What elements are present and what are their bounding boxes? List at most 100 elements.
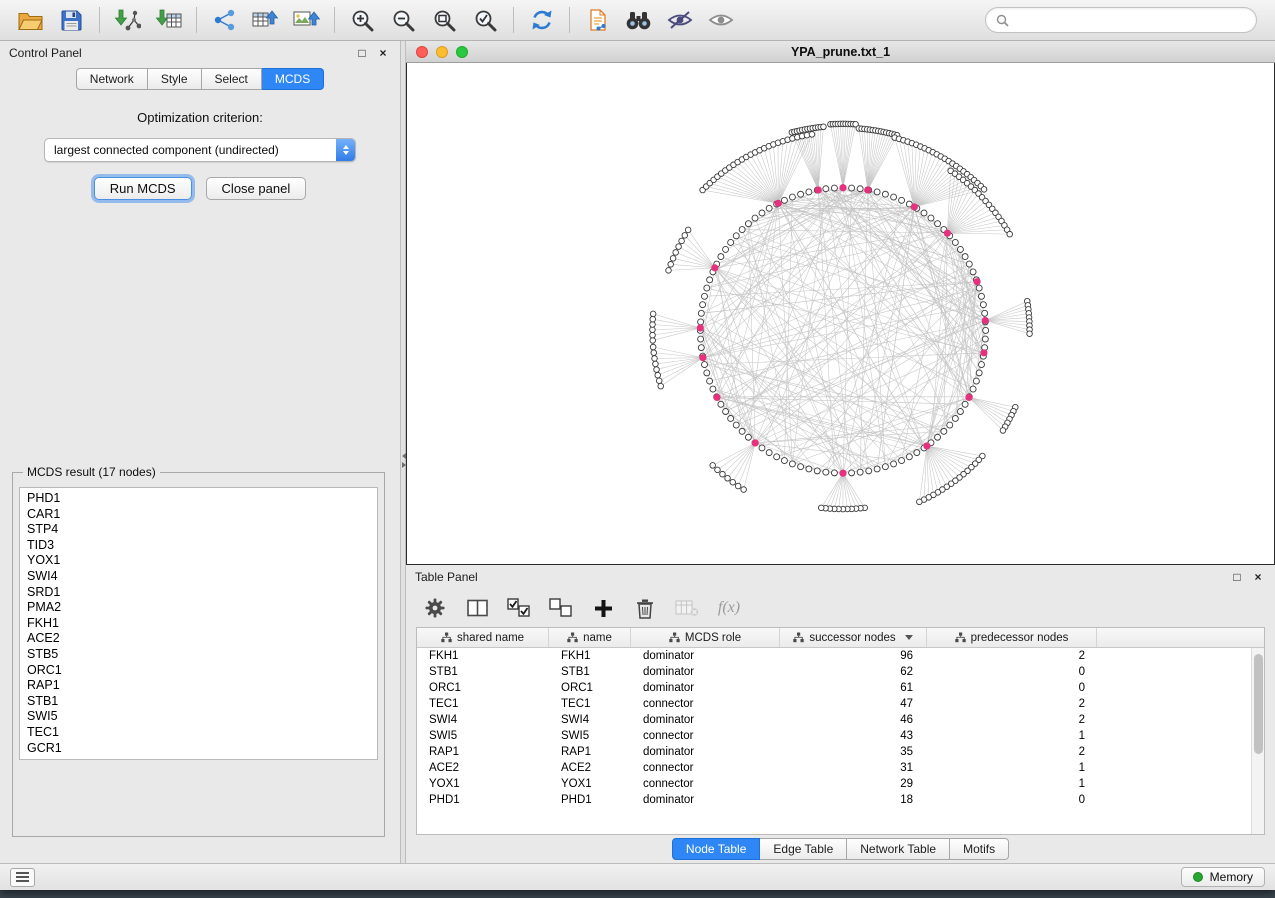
select-all-button[interactable] [504,594,534,622]
apply-layout-button[interactable] [521,4,562,37]
add-column-button[interactable] [588,594,618,622]
network-titlebar[interactable]: YPA_prune.txt_1 [406,41,1275,63]
float-table-panel-icon[interactable]: □ [1229,569,1245,585]
mcds-result-item[interactable]: PMA2 [20,600,377,616]
minimize-window-icon[interactable] [436,46,448,58]
tab-node-table[interactable]: Node Table [672,838,761,860]
tab-motifs[interactable]: Motifs [950,838,1009,860]
mcds-result-item[interactable]: RAP1 [20,678,377,694]
table-row[interactable]: PHD1PHD1dominator180 [417,792,1264,808]
column-header-name[interactable]: name [549,628,631,647]
table-settings-button[interactable] [420,594,450,622]
mcds-result-item[interactable]: GCR1 [20,741,377,757]
zoom-out-button[interactable] [383,4,424,37]
table-row[interactable]: STB1STB1dominator620 [417,664,1264,680]
open-file-button[interactable] [10,4,51,37]
scrollbar-thumb[interactable] [1254,654,1263,754]
zoom-in-button[interactable] [342,4,383,37]
memory-label: Memory [1210,870,1253,884]
mcds-result-item[interactable]: PHD1 [20,491,377,507]
maximize-window-icon[interactable] [456,46,468,58]
import-network-button[interactable] [107,4,148,37]
tab-edge-table[interactable]: Edge Table [760,838,847,860]
mcds-buttons: Run MCDS Close panel [0,177,400,200]
zoom-fit-button[interactable] [424,4,465,37]
show-panel-button[interactable] [700,4,741,37]
delete-table-button [672,594,702,622]
table-cell: 18 [780,794,927,806]
column-header-shared-name[interactable]: shared name [417,628,549,647]
search-field[interactable] [985,7,1257,33]
gear-icon [425,598,445,618]
control-panel: Control Panel □ × NetworkStyleSelectMCDS… [0,41,400,863]
mcds-result-item[interactable]: TEC1 [20,725,377,741]
mcds-result-item[interactable]: SRD1 [20,585,377,601]
mcds-result-list[interactable]: PHD1CAR1STP4TID3YOX1SWI4SRD1PMA2FKH1ACE2… [19,487,378,760]
table-cell: TEC1 [417,698,549,710]
table-row[interactable]: RAP1RAP1dominator352 [417,744,1264,760]
export-table-button[interactable] [245,4,286,37]
mcds-result-item[interactable]: SWI5 [20,709,377,725]
table-scrollbar[interactable] [1251,648,1264,834]
tab-select[interactable]: Select [202,68,262,90]
import-table-button[interactable] [148,4,189,37]
column-header-MCDS-role[interactable]: MCDS role [631,628,780,647]
table-row[interactable]: ORC1ORC1dominator610 [417,680,1264,696]
deselect-all-button[interactable] [546,594,576,622]
network-canvas[interactable] [406,63,1275,565]
mcds-result-item[interactable]: STB1 [20,694,377,710]
save-session-button[interactable] [51,4,92,37]
table-row[interactable]: SWI4SWI4dominator462 [417,712,1264,728]
table-row[interactable]: TEC1TEC1connector472 [417,696,1264,712]
zoom-selected-button[interactable] [465,4,506,37]
tab-style[interactable]: Style [148,68,202,90]
delete-column-button[interactable] [630,594,660,622]
mcds-result-item[interactable]: CAR1 [20,507,377,523]
find-button[interactable] [618,4,659,37]
table-cell: connector [631,778,780,790]
close-panel-button[interactable]: Close panel [206,177,307,200]
mcds-result-item[interactable]: STB5 [20,647,377,663]
export-network-button[interactable] [204,4,245,37]
mcds-result-item[interactable]: ACE2 [20,631,377,647]
mcds-result-item[interactable]: TID3 [20,538,377,554]
run-mcds-button[interactable]: Run MCDS [94,177,192,200]
folder-icon [18,10,43,31]
apply-style-button[interactable] [577,4,618,37]
mcds-result-item[interactable]: FKH1 [20,616,377,632]
node-table: shared namenameMCDS rolesuccessor nodesp… [416,627,1265,835]
export-image-icon [293,9,320,31]
close-table-panel-icon[interactable]: × [1250,569,1266,585]
close-panel-icon[interactable]: × [375,45,391,61]
control-panel-tabs: NetworkStyleSelectMCDS [0,68,400,90]
search-input[interactable] [1015,13,1246,27]
table-row[interactable]: FKH1FKH1dominator962 [417,648,1264,664]
mcds-result-item[interactable]: YOX1 [20,553,377,569]
mcds-result-item[interactable]: ORC1 [20,663,377,679]
table-cell: 1 [927,730,1097,742]
mcds-result-item[interactable]: SWI4 [20,569,377,585]
hide-panel-button[interactable] [659,4,700,37]
save-icon [61,10,82,31]
close-window-icon[interactable] [416,46,428,58]
show-columns-button[interactable] [462,594,492,622]
network-svg [407,63,1274,564]
toolbar-separator [99,7,100,33]
table-row[interactable]: SWI5SWI5connector431 [417,728,1264,744]
table-row[interactable]: YOX1YOX1connector291 [417,776,1264,792]
memory-status-icon [1193,872,1203,882]
table-cell: 0 [927,682,1097,694]
float-panel-icon[interactable]: □ [354,45,370,61]
tab-mcds[interactable]: MCDS [262,68,324,90]
status-menu-button[interactable] [10,868,35,887]
mcds-result-item[interactable]: STP4 [20,522,377,538]
table-cell: SWI4 [549,714,631,726]
tab-network-table[interactable]: Network Table [847,838,950,860]
criterion-dropdown[interactable]: largest connected component (undirected) [44,138,356,162]
tab-network[interactable]: Network [76,68,148,90]
table-row[interactable]: ACE2ACE2connector311 [417,760,1264,776]
column-header-predecessor-nodes[interactable]: predecessor nodes [927,628,1097,647]
column-header-successor-nodes[interactable]: successor nodes [780,628,927,647]
memory-button[interactable]: Memory [1181,867,1265,887]
export-image-button[interactable] [286,4,327,37]
